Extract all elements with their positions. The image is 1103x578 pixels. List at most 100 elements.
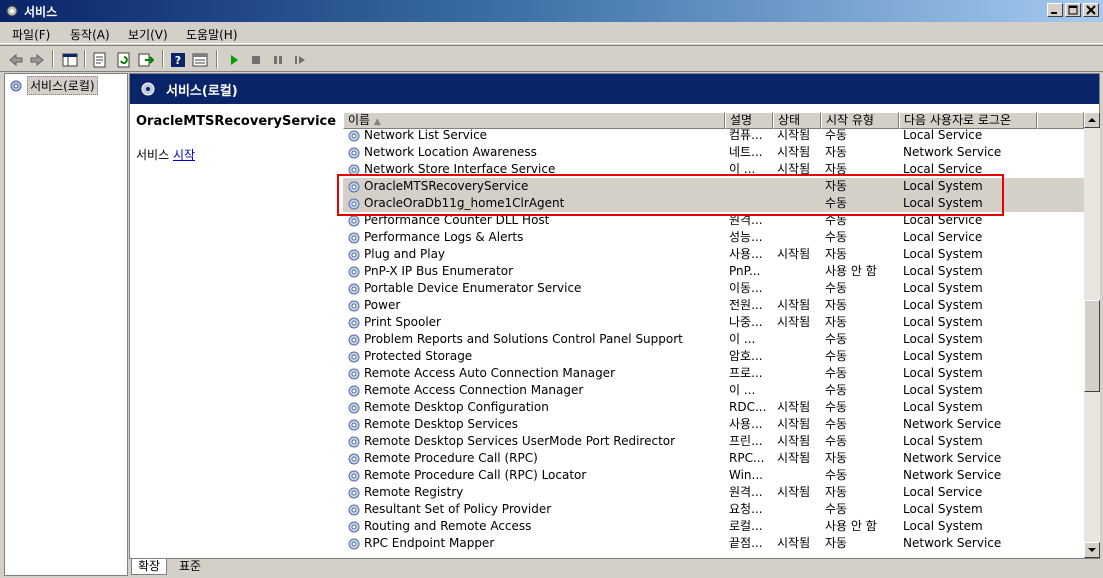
- service-status: 시작됨: [777, 536, 811, 550]
- stop-service-button[interactable]: [246, 50, 266, 70]
- scroll-up-button[interactable]: [1084, 112, 1100, 128]
- menu-view[interactable]: 보기(V): [128, 26, 168, 43]
- service-status: [777, 348, 821, 365]
- start-service-button[interactable]: [224, 50, 244, 70]
- service-name: Resultant Set of Policy Provider: [364, 502, 552, 516]
- service-description: 성능...: [729, 230, 763, 244]
- service-logon-as: Local System: [903, 349, 983, 363]
- gear-icon: [348, 385, 360, 396]
- table-row[interactable]: Routing and Remote Access 로컬... 사용 안 함 Loca…: [343, 518, 1084, 535]
- gear-icon: [10, 80, 22, 91]
- table-row[interactable]: Resultant Set of Policy Provider 요청... 수동 L…: [343, 501, 1084, 518]
- forward-button[interactable]: [27, 50, 47, 70]
- table-row[interactable]: Power 전원... 시작됨 자동 Local System: [343, 297, 1084, 314]
- gear-icon: [348, 402, 360, 413]
- toolbar-separator: [216, 50, 218, 68]
- service-startup-type: 수동: [825, 128, 848, 142]
- minimize-button[interactable]: [1047, 3, 1063, 17]
- service-logon-as: Local System: [903, 315, 983, 329]
- table-row[interactable]: Remote Procedure Call (RPC) RPC... 시작됨 자동 Ne…: [343, 450, 1084, 467]
- service-name: Protected Storage: [364, 349, 473, 363]
- pane-header: 서비스(로컬): [130, 74, 1099, 104]
- service-name: Remote Procedure Call (RPC) Locator: [364, 468, 587, 482]
- service-description: 원격...: [729, 485, 763, 499]
- service-logon-as: Network Service: [903, 451, 1002, 465]
- tab-standard[interactable]: 표준: [173, 559, 207, 575]
- table-row[interactable]: Print Spooler 나중... 시작됨 자동 Local System: [343, 314, 1084, 331]
- close-button[interactable]: [1083, 3, 1099, 17]
- help-button[interactable]: ?: [168, 50, 188, 70]
- menu-file[interactable]: 파일(F): [12, 26, 50, 43]
- service-name: OracleMTSRecoveryService: [364, 179, 529, 193]
- service-name: Network Location Awareness: [364, 145, 537, 159]
- service-logon-as: Local System: [903, 332, 983, 346]
- service-description: 이 ...: [729, 162, 756, 176]
- table-row[interactable]: Performance Counter DLL Host 원격... 수동 Local…: [343, 212, 1084, 229]
- service-startup-type: 자동: [825, 536, 848, 550]
- service-startup-type: 수동: [825, 196, 848, 210]
- view-button[interactable]: [190, 50, 210, 70]
- pause-service-button[interactable]: [268, 50, 288, 70]
- menu-action[interactable]: 동작(A): [70, 26, 110, 43]
- service-startup-type: 수동: [825, 434, 848, 448]
- pause-icon: [274, 56, 282, 64]
- back-button[interactable]: [6, 50, 26, 70]
- gear-icon: [348, 300, 360, 311]
- service-name: Print Spooler: [364, 315, 441, 329]
- gear-icon: [141, 82, 155, 96]
- gear-icon: [348, 317, 360, 328]
- resume-service-button[interactable]: [290, 50, 310, 70]
- tree-item-label: 서비스(로컬): [27, 76, 98, 95]
- table-row[interactable]: Problem Reports and Solutions Control Pa…: [343, 331, 1084, 348]
- maximize-button[interactable]: [1065, 3, 1081, 17]
- table-row[interactable]: PnP-X IP Bus Enumerator PnP... 사용 안 함 Local…: [343, 263, 1084, 280]
- show-hide-tree-button[interactable]: [60, 50, 80, 70]
- table-row[interactable]: Remote Procedure Call (RPC) Locator Win..…: [343, 467, 1084, 484]
- export-list-button[interactable]: [136, 50, 156, 70]
- table-row[interactable]: Remote Access Connection Manager 이 ... 수동 L…: [343, 382, 1084, 399]
- table-row[interactable]: OracleMTSRecoveryService 자동 Local System: [343, 178, 1084, 195]
- vertical-scrollbar[interactable]: [1084, 112, 1100, 558]
- table-row[interactable]: Plug and Play 사용... 시작됨 자동 Local System: [343, 246, 1084, 263]
- tab-extended[interactable]: 확장: [131, 559, 168, 575]
- service-logon-as: Local Service: [903, 162, 983, 176]
- table-row[interactable]: Network Store Interface Service 이 ... 시작됨 자…: [343, 161, 1084, 178]
- service-name: Remote Desktop Services UserMode Port Re…: [364, 434, 676, 448]
- table-row[interactable]: Remote Desktop Configuration RDC... 시작됨 수동 L…: [343, 399, 1084, 416]
- close-icon: [1086, 5, 1096, 15]
- service-startup-type: 자동: [825, 485, 848, 499]
- service-name: Remote Desktop Configuration: [364, 400, 549, 414]
- table-row[interactable]: Remote Desktop Services 사용... 시작됨 수동 Network…: [343, 416, 1084, 433]
- table-row[interactable]: Performance Logs & Alerts 성능... 수동 Local Se…: [343, 229, 1084, 246]
- table-row[interactable]: Remote Registry 원격... 시작됨 자동 Local Service: [343, 484, 1084, 501]
- table-row[interactable]: Network Location Awareness 네트... 시작됨 자동 Netw…: [343, 144, 1084, 161]
- service-status: 시작됨: [777, 434, 811, 448]
- scrollbar-thumb[interactable]: [1084, 300, 1100, 392]
- refresh-button[interactable]: [114, 50, 134, 70]
- service-startup-type: 수동: [825, 230, 848, 244]
- service-name-cell: Remote Procedure Call (RPC) Locator: [347, 467, 719, 484]
- table-row[interactable]: Portable Device Enumerator Service 이동... 수…: [343, 280, 1084, 297]
- table-row[interactable]: Remote Access Auto Connection Manager 프로.…: [343, 365, 1084, 382]
- table-row[interactable]: Protected Storage 암호... 수동 Local System: [343, 348, 1084, 365]
- service-logon-as: Local Service: [903, 213, 983, 227]
- table-row[interactable]: Remote Desktop Services UserMode Port Re…: [343, 433, 1084, 450]
- service-name-cell: Remote Desktop Services UserMode Port Re…: [347, 433, 719, 450]
- scroll-down-button[interactable]: [1084, 542, 1100, 558]
- service-status: 시작됨: [777, 128, 811, 142]
- services-list[interactable]: 이름 ▲ 설명 상태 시작 유형 다음 사용자로 로그온 Network Lis…: [343, 112, 1084, 558]
- menu-help[interactable]: 도움말(H): [186, 26, 238, 43]
- service-description: [729, 178, 773, 195]
- gear-icon: [348, 232, 360, 243]
- start-service-link[interactable]: 시작: [173, 148, 195, 162]
- gear-icon: [348, 351, 360, 362]
- tree-item-services-local[interactable]: 서비스(로컬): [9, 76, 98, 95]
- service-description: 요청...: [729, 502, 763, 516]
- table-row[interactable]: RPC Endpoint Mapper 끝점... 시작됨 자동 Network Ser…: [343, 535, 1084, 552]
- service-status: 시작됨: [777, 485, 811, 499]
- table-row[interactable]: OracleOraDb11g_home1ClrAgent 수동 Local Syst…: [343, 195, 1084, 212]
- service-description: 컴퓨...: [729, 128, 763, 142]
- pane-title: 서비스(로컬): [166, 84, 238, 99]
- table-row[interactable]: Network List Service 컴퓨... 시작됨 수동 Local Serv…: [343, 127, 1084, 144]
- properties-button[interactable]: [90, 50, 110, 70]
